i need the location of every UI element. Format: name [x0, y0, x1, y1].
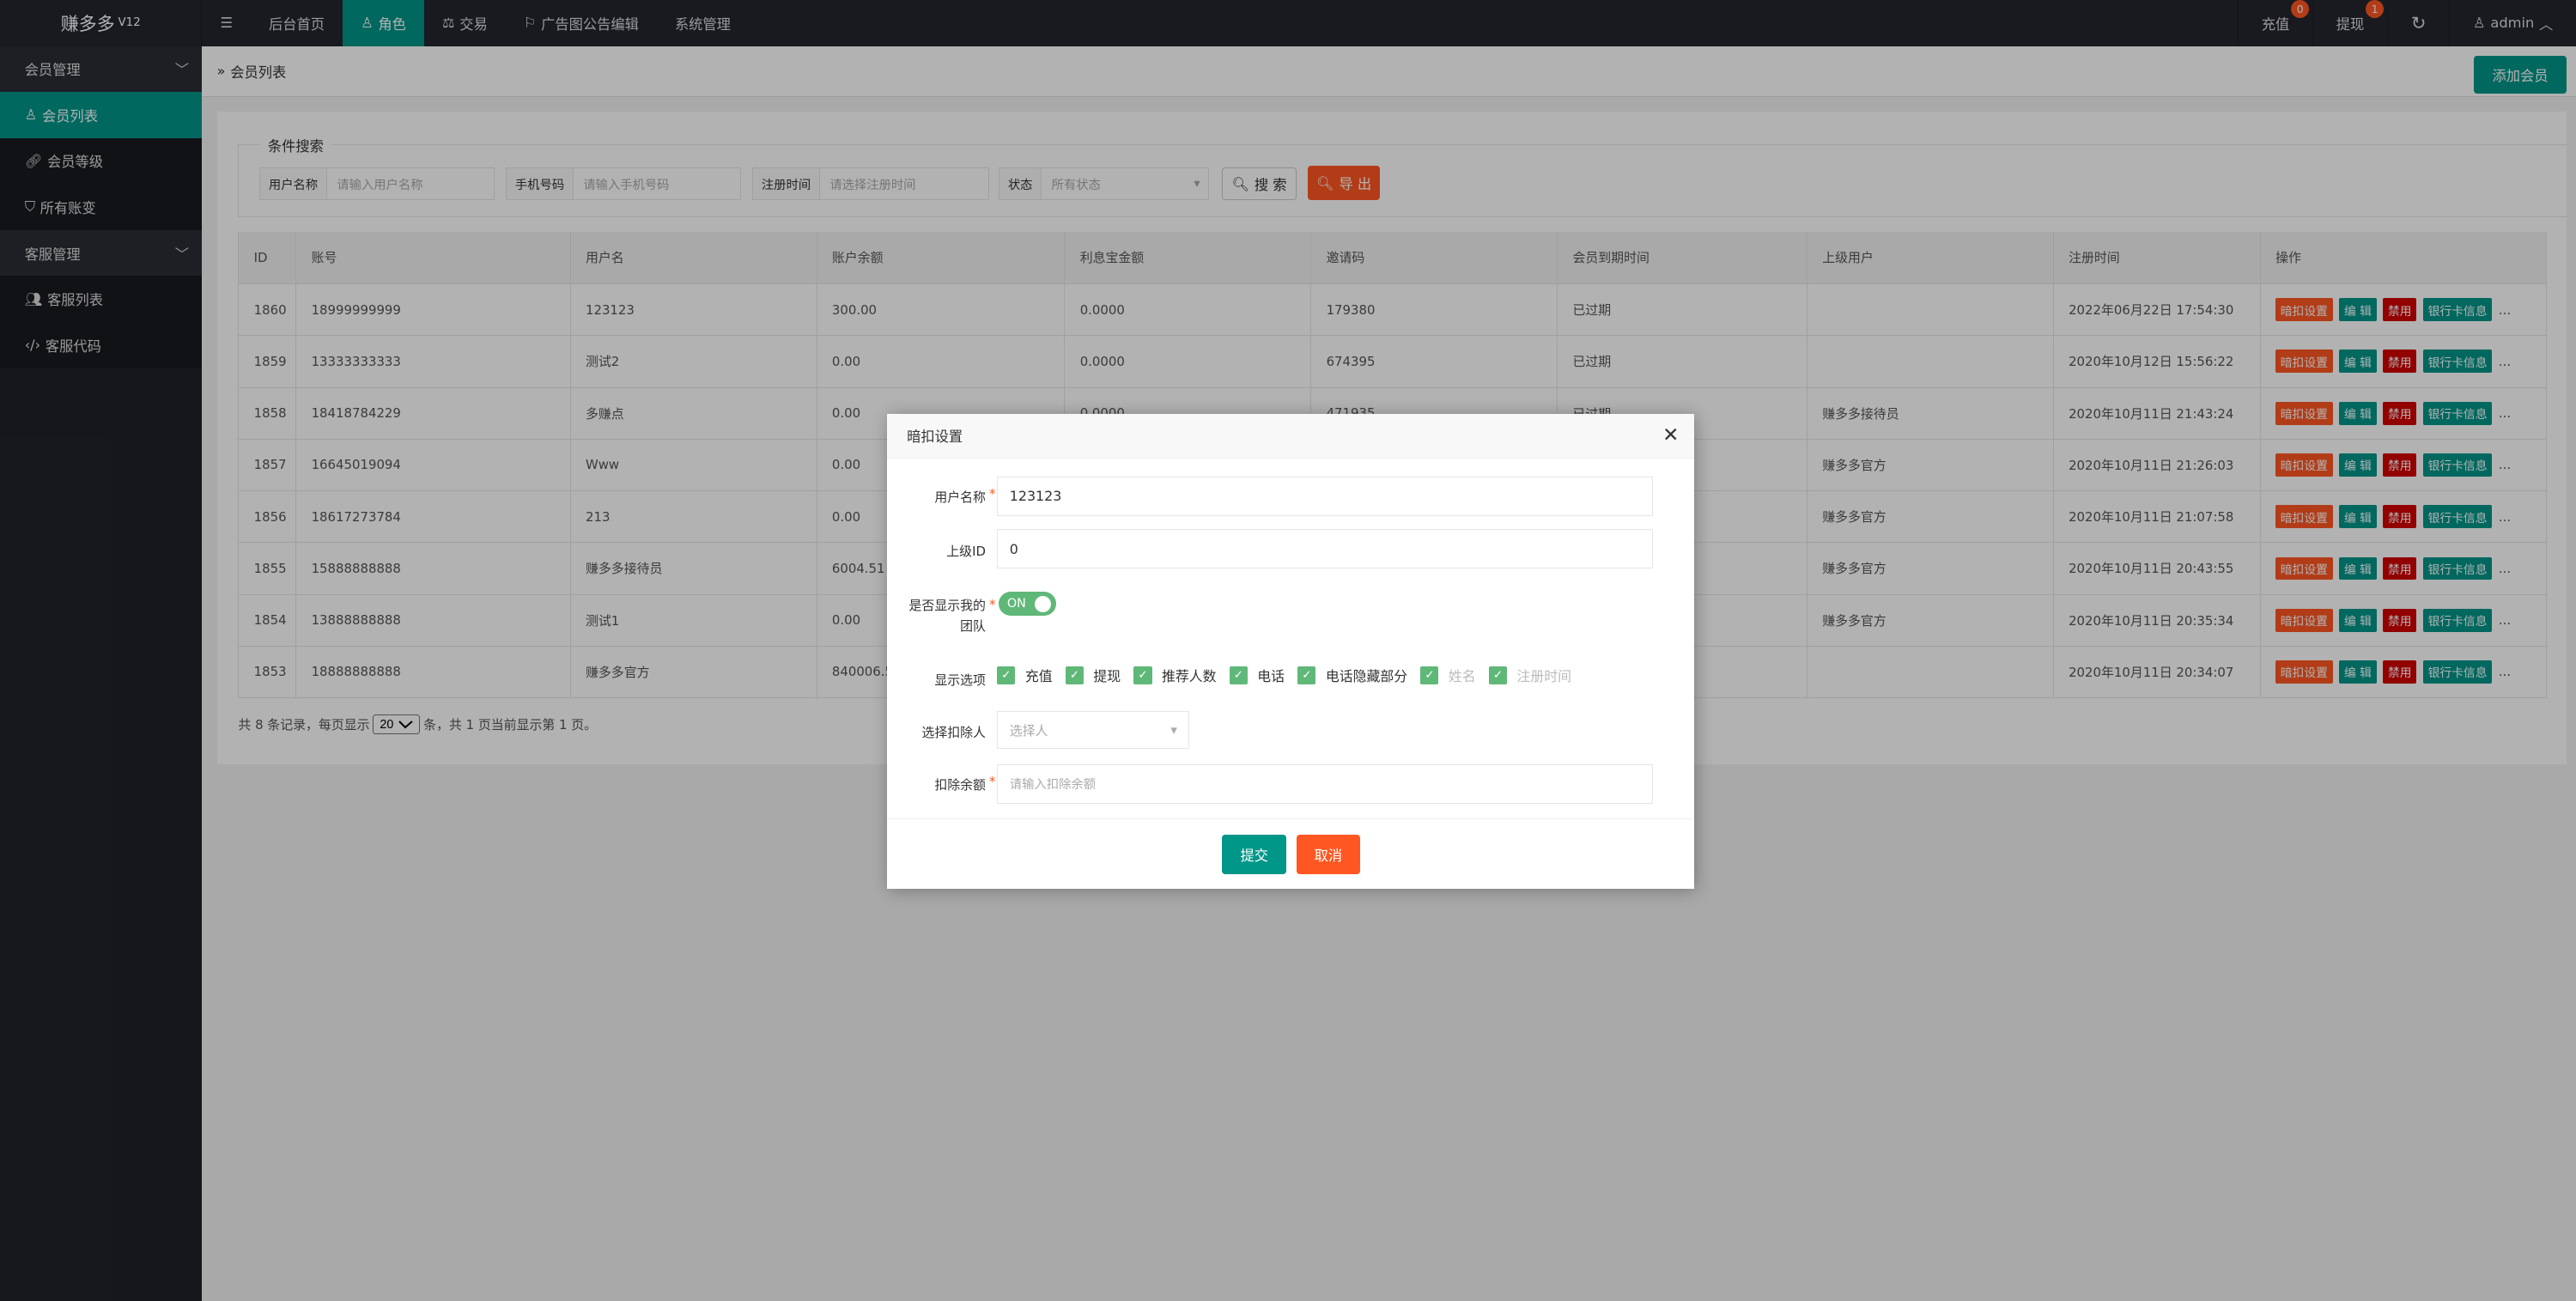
toggle-state: ON: [1006, 597, 1026, 611]
checkbox-checked-icon[interactable]: ✓: [1488, 666, 1508, 684]
option-checkbox[interactable]: ✓ 充值: [997, 666, 1053, 685]
amount-label: 扣除余额 *: [887, 774, 995, 793]
option-checkbox[interactable]: ✓ 推荐人数: [1133, 666, 1217, 685]
option-checkbox[interactable]: ✓ 提现: [1065, 666, 1121, 685]
modal-header: 暗扣设置: [887, 414, 1694, 459]
option-checkbox[interactable]: ✓ 电话: [1229, 666, 1285, 685]
options-label: 显示选项: [934, 672, 986, 688]
option-checkbox[interactable]: ✓ 姓名: [1420, 666, 1476, 685]
show-team-toggle[interactable]: ON: [999, 591, 1057, 617]
app-root: 赚多多 V12 ☰ 后台首页 ♙ 角色 ⚖ 交易 ⚐ 广告图公告编辑 系统管理 充值 0 …: [0, 0, 2576, 1301]
label-text: 用户名称: [934, 489, 986, 506]
toggle-knob: [1035, 595, 1052, 612]
option-label: 充值: [1024, 667, 1053, 684]
deductor-label: 选择扣除人: [921, 724, 986, 740]
option-label: 注册时间: [1516, 667, 1571, 684]
required-marker: *: [988, 596, 996, 612]
username-field[interactable]: 123123: [997, 476, 1653, 516]
option-label: 电话隐藏部分: [1325, 667, 1408, 684]
label-text: 团队: [960, 618, 986, 635]
modal-footer-divider: [887, 818, 1694, 819]
submit-button[interactable]: 提交: [1222, 834, 1287, 874]
required-marker: *: [988, 486, 996, 502]
option-checkbox[interactable]: ✓ 注册时间: [1488, 666, 1571, 685]
required-marker: *: [988, 774, 996, 790]
deductor-select[interactable]: 选择人 ▾: [997, 711, 1190, 750]
option-label: 姓名: [1448, 667, 1476, 684]
display-options: ✓ 充值 ✓ 提现 ✓ 推荐人数 ✓ 电话 ✓ 电话隐藏部分 ✓ 姓名 ✓ 注册时间: [997, 666, 1571, 685]
checkbox-checked-icon[interactable]: ✓: [1133, 666, 1152, 684]
select-placeholder: 选择人: [1009, 722, 1048, 739]
checkbox-checked-icon[interactable]: ✓: [997, 666, 1016, 684]
show-team-label: 是否显示我的 * 团队: [887, 595, 996, 638]
cancel-button[interactable]: 取消: [1296, 834, 1361, 874]
caret-down-icon: ▾: [1170, 722, 1177, 739]
username-label: 用户名称 *: [887, 486, 995, 506]
option-checkbox[interactable]: ✓ 电话隐藏部分: [1297, 666, 1407, 685]
modal-title: 暗扣设置: [907, 429, 963, 446]
deduction-settings-modal: 暗扣设置 ✕ 用户名称 * 123123 上级ID 0 是否显示我的 * 团队 ON …: [887, 414, 1694, 890]
checkbox-checked-icon[interactable]: ✓: [1229, 666, 1248, 684]
parent-id-field[interactable]: 0: [997, 529, 1653, 568]
checkbox-checked-icon[interactable]: ✓: [1065, 666, 1084, 684]
checkbox-checked-icon[interactable]: ✓: [1420, 666, 1439, 684]
label-text: 扣除余额: [934, 777, 986, 793]
amount-field[interactable]: 请输入扣除余额: [997, 763, 1653, 804]
option-label: 推荐人数: [1161, 667, 1217, 684]
option-label: 提现: [1093, 667, 1121, 684]
checkbox-checked-icon[interactable]: ✓: [1297, 666, 1316, 684]
close-icon[interactable]: ✕: [1662, 424, 1679, 447]
parent-id-label: 上级ID: [946, 544, 986, 560]
option-label: 电话: [1257, 667, 1285, 684]
label-text: 是否显示我的: [908, 597, 986, 613]
